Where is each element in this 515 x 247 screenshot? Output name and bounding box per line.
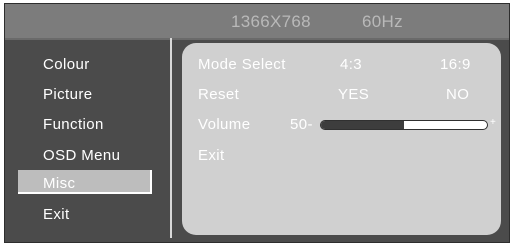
osd-header: 1366X768 60Hz bbox=[5, 4, 509, 40]
mode-option-4-3[interactable]: 4:3 bbox=[340, 56, 362, 73]
menu-selection-highlight bbox=[18, 170, 152, 194]
misc-exit-item[interactable]: Exit bbox=[198, 147, 225, 164]
resolution-readout: 1366X768 bbox=[231, 12, 311, 31]
reset-no-option[interactable]: NO bbox=[446, 86, 469, 103]
volume-slider-fill bbox=[321, 121, 404, 129]
menu-item-picture[interactable]: Picture bbox=[43, 86, 93, 103]
reset-label: Reset bbox=[198, 86, 240, 103]
menu-item-misc[interactable]: Misc bbox=[43, 175, 75, 192]
menu-item-osd-menu[interactable]: OSD Menu bbox=[43, 147, 120, 164]
refresh-rate-readout: 60Hz bbox=[362, 12, 403, 31]
menu-item-function[interactable]: Function bbox=[43, 116, 104, 133]
volume-label: Volume bbox=[198, 116, 251, 133]
volume-slider[interactable] bbox=[320, 120, 488, 130]
reset-yes-option[interactable]: YES bbox=[338, 86, 369, 103]
mode-option-16-9[interactable]: 16:9 bbox=[440, 56, 471, 73]
menu-item-exit[interactable]: Exit bbox=[43, 206, 70, 223]
volume-value: 50- bbox=[290, 116, 313, 133]
menu-item-colour[interactable]: Colour bbox=[43, 56, 90, 73]
menu-divider bbox=[170, 38, 172, 238]
mode-select-label: Mode Select bbox=[198, 56, 286, 73]
volume-plus-marker: + bbox=[490, 117, 496, 128]
